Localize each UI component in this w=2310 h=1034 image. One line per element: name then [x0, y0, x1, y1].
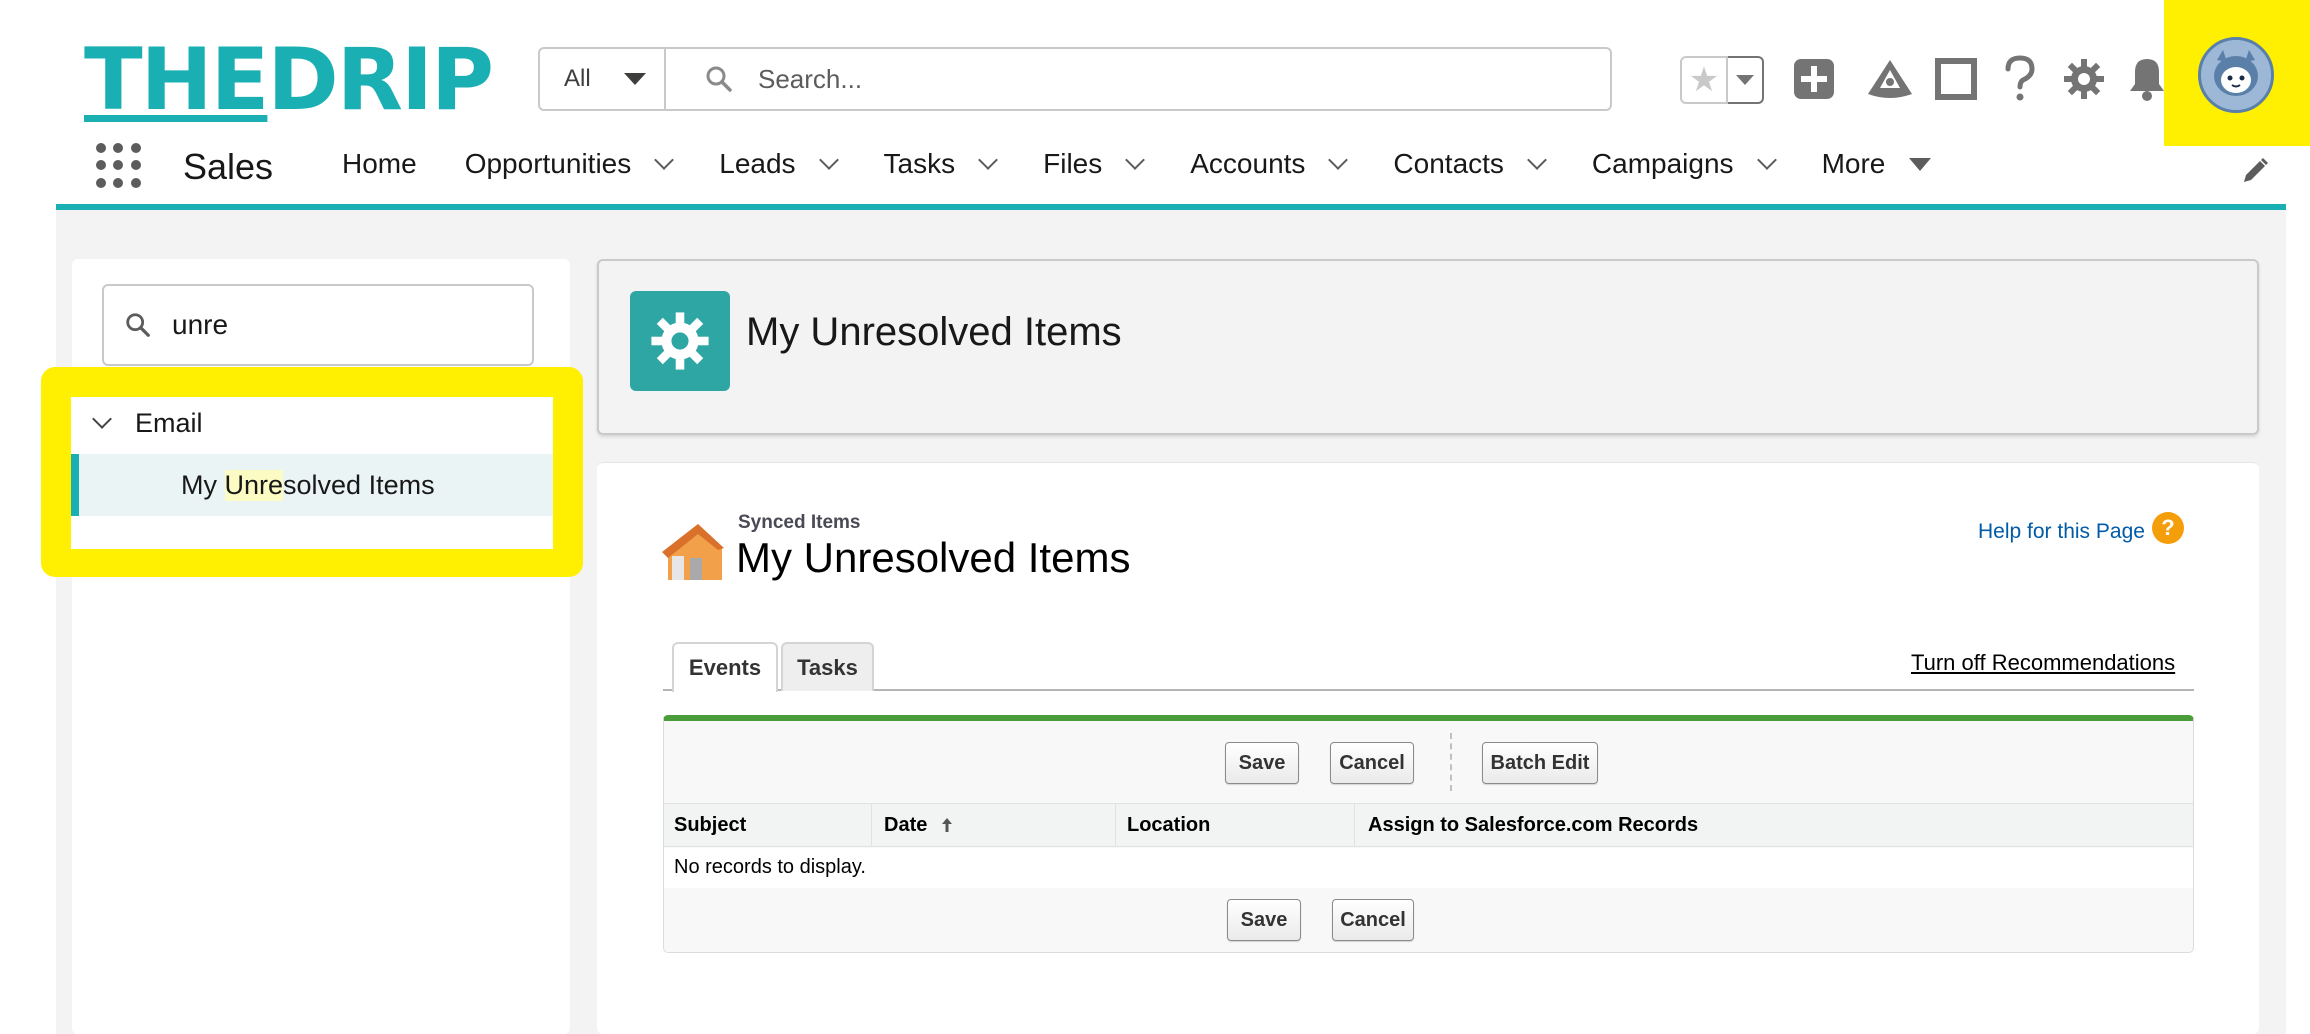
- column-header-subject[interactable]: Subject: [664, 803, 872, 847]
- tree-child-suffix: solved Items: [283, 469, 435, 500]
- chevron-down-icon[interactable]: [1328, 150, 1349, 170]
- tree-node-email[interactable]: Email: [71, 397, 553, 449]
- column-header-location[interactable]: Location: [1117, 803, 1355, 847]
- cancel-button-top[interactable]: Cancel: [1330, 742, 1414, 784]
- search-scope-label: All: [564, 65, 591, 92]
- nav-item-label: Tasks: [883, 148, 956, 179]
- caret-down-icon: [1909, 157, 1932, 171]
- tab-events[interactable]: Events: [672, 642, 778, 692]
- content-title: My Unresolved Items: [736, 534, 1131, 581]
- help-icon[interactable]: ?: [2152, 512, 2184, 544]
- chevron-down-icon[interactable]: [1125, 150, 1146, 170]
- search-match-highlight: Unre: [224, 469, 284, 501]
- column-label: Assign to Salesforce.com Records: [1368, 813, 1699, 836]
- nav-item-tasks[interactable]: Tasks: [883, 148, 999, 180]
- column-header-date[interactable]: Date: [874, 803, 1116, 847]
- nav-item-label: Home: [342, 148, 417, 179]
- search-field[interactable]: [666, 49, 1610, 109]
- quick-find-input[interactable]: [172, 309, 532, 341]
- nav-item-opportunities[interactable]: Opportunities: [464, 148, 675, 180]
- column-label: Subject: [674, 813, 747, 836]
- nav-item-more[interactable]: More: [1822, 148, 1932, 180]
- search-input[interactable]: [758, 63, 1458, 95]
- help-icon[interactable]: [2003, 55, 2037, 103]
- nav-item-label: Contacts: [1393, 148, 1504, 179]
- search-icon: [126, 313, 150, 337]
- favorites-dropdown-button[interactable]: [1728, 56, 1764, 104]
- setup-gear-tile: [630, 291, 730, 391]
- user-avatar[interactable]: [2198, 37, 2274, 113]
- help-for-this-page-link[interactable]: Help for this Page: [1978, 520, 2145, 544]
- cancel-button-bottom[interactable]: Cancel: [1332, 899, 1414, 941]
- the-drip-logo[interactable]: THEDRIP: [84, 37, 494, 123]
- turn-off-recommendations-link[interactable]: Turn off Recommendations: [1911, 650, 2175, 676]
- page-title: My Unresolved Items: [746, 310, 1122, 354]
- column-label: Location: [1127, 813, 1211, 836]
- caret-down-icon: [624, 73, 646, 85]
- add-icon[interactable]: [1792, 57, 1836, 101]
- favorites-group: ★: [1680, 56, 1764, 104]
- tree-child-prefix: My: [181, 469, 225, 500]
- nav-item-label: Opportunities: [464, 148, 632, 179]
- page-subtitle: Synced Items: [738, 512, 861, 533]
- global-search: All: [538, 47, 1612, 111]
- pencil-icon[interactable]: [2240, 156, 2270, 186]
- gear-icon: [651, 312, 709, 370]
- column-label: Date: [884, 813, 928, 836]
- chevron-down-icon[interactable]: [818, 150, 839, 170]
- table-row-empty: [664, 848, 2193, 888]
- star-icon[interactable]: ★: [1680, 56, 1728, 104]
- nav-item-home[interactable]: Home: [342, 148, 417, 180]
- nav-item-accounts[interactable]: Accounts: [1190, 148, 1349, 180]
- tree-node-my-unresolved-items[interactable]: My Unre solved Items: [71, 454, 553, 516]
- chevron-down-icon[interactable]: [1527, 150, 1547, 170]
- gear-icon[interactable]: [2063, 58, 2105, 100]
- chevron-down-icon[interactable]: [654, 150, 675, 170]
- square-icon[interactable]: [1935, 58, 1977, 100]
- chevron-down-icon[interactable]: [978, 150, 999, 170]
- tab-tasks[interactable]: Tasks: [781, 642, 874, 691]
- chevron-down-icon[interactable]: [1756, 150, 1777, 170]
- nav-item-label: Campaigns: [1591, 148, 1734, 179]
- app-name: Sales: [183, 146, 274, 187]
- nav-item-label: Leads: [719, 148, 796, 179]
- house-icon: [662, 524, 724, 580]
- search-scope-dropdown[interactable]: All: [540, 49, 666, 109]
- chevron-down-icon[interactable]: [92, 409, 112, 429]
- quick-find-box[interactable]: [102, 284, 534, 366]
- nav-item-leads[interactable]: Leads: [719, 148, 839, 180]
- nav-item-campaigns[interactable]: Campaigns: [1591, 148, 1777, 180]
- nav-item-files[interactable]: Files: [1043, 148, 1146, 180]
- sort-arrow-icon: [942, 818, 953, 832]
- nav-item-label: Accounts: [1190, 148, 1306, 179]
- empty-message: No records to display.: [674, 856, 866, 878]
- astro-avatar-icon: [2201, 40, 2271, 110]
- tree-node-label: Email: [135, 407, 203, 438]
- column-header-assign[interactable]: Assign to Salesforce.com Records: [1356, 803, 2193, 847]
- save-button-top[interactable]: Save: [1225, 742, 1299, 784]
- nav-item-label: Files: [1043, 148, 1103, 179]
- tab-divider: [663, 689, 2194, 691]
- logo-the: THE: [84, 30, 269, 130]
- batch-edit-button[interactable]: Batch Edit: [1482, 742, 1598, 784]
- nav-bar: Home Opportunities Leads Tasks Files Acc…: [342, 148, 1932, 180]
- nav-item-contacts[interactable]: Contacts: [1393, 148, 1547, 180]
- bell-icon[interactable]: [2128, 56, 2166, 102]
- caret-down-icon: [1736, 75, 1754, 85]
- logo-drip: DRIP: [267, 30, 494, 130]
- button-separator: [1450, 733, 1452, 791]
- save-button-bottom[interactable]: Save: [1227, 899, 1301, 941]
- search-icon: [706, 66, 732, 92]
- app-launcher-icon[interactable]: [96, 143, 142, 189]
- trailhead-icon[interactable]: [1866, 58, 1914, 100]
- nav-item-label: More: [1821, 148, 1886, 179]
